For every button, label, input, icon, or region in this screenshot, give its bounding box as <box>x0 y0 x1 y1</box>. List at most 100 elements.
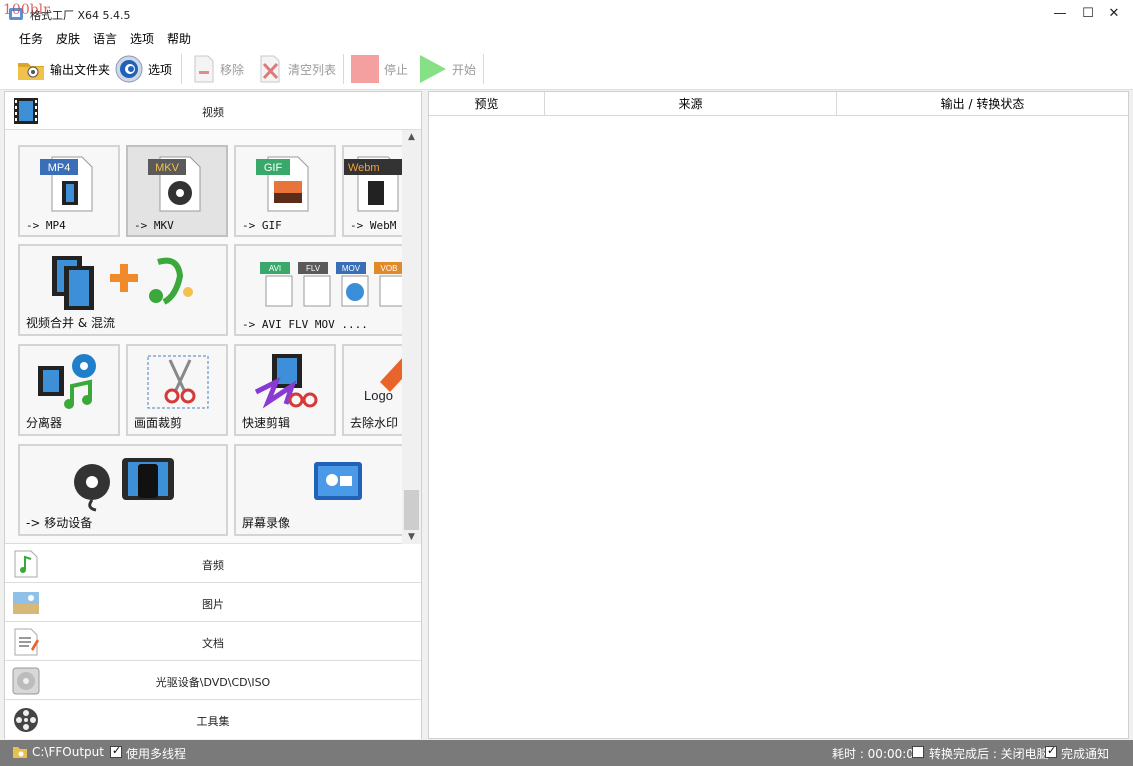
watermark-logo: 100blr <box>3 2 50 18</box>
notify-checkbox[interactable] <box>1045 744 1057 758</box>
category-image[interactable]: 图片 <box>5 584 421 622</box>
tile-crop-label: 画面裁剪 <box>134 416 183 430</box>
tile-merge-mux[interactable]: 视频合并 & 混流 <box>18 244 228 336</box>
scroll-up-arrow-icon[interactable]: ▲ <box>402 130 421 144</box>
toolbar-separator <box>181 54 182 84</box>
tile-to-mkv[interactable]: MKV -> MKV <box>126 145 228 237</box>
mobile-device-icon <box>74 458 174 512</box>
output-folder-button[interactable]: 输出文件夹 <box>16 53 110 85</box>
scissors-icon <box>147 355 209 409</box>
remove-label: 移除 <box>220 62 245 77</box>
tile-to-mkv-label: -> MKV <box>134 219 174 232</box>
tile-to-webm[interactable]: Webm -> WebM <box>342 145 404 237</box>
category-tools[interactable]: 工具集 <box>5 701 421 739</box>
menu-options[interactable]: 选项 <box>130 30 154 47</box>
output-folder-label: 输出文件夹 <box>50 62 111 77</box>
merge-icon <box>52 256 193 310</box>
minimize-button[interactable]: — <box>1050 4 1070 24</box>
svg-text:MP4: MP4 <box>48 162 71 174</box>
output-path[interactable]: C:\FFOutput <box>32 745 104 759</box>
menu-bar: 任务 皮肤 语言 选项 帮助 <box>0 28 1133 48</box>
svg-text:VOB: VOB <box>381 264 398 273</box>
toolbar-separator <box>483 54 484 84</box>
tile-quick-cut-label: 快速剪辑 <box>242 416 291 430</box>
tile-to-mobile-label: -> 移动设备 <box>26 516 93 530</box>
category-rom-device-label: 光驱设备\DVD\CD\ISO <box>155 676 271 689</box>
tile-to-gif[interactable]: GIF -> GIF <box>234 145 336 237</box>
menu-help[interactable]: 帮助 <box>167 30 191 47</box>
toolbar: 输出文件夹 选项 移除 清空列表 停止 开始 <box>0 48 1133 90</box>
start-button[interactable]: 开始 <box>418 53 476 85</box>
mp4-file-icon: MP4 <box>40 156 93 212</box>
video-tools-grid: MP4 -> MP4 MKV -> MKV GIF -> GIF Webm ->… <box>5 130 421 544</box>
screen-record-icon <box>314 462 362 500</box>
multi-format-icon: AVI FLV MOV VOB <box>260 262 402 307</box>
tile-to-mp4[interactable]: MP4 -> MP4 <box>18 145 120 237</box>
svg-text:FLV: FLV <box>306 264 321 273</box>
category-panel: 视频 MP4 -> MP4 MKV -> MKV GIF -> GIF Webm… <box>4 91 422 739</box>
tile-quick-cut[interactable]: 快速剪辑 <box>234 344 336 436</box>
tile-to-gif-label: -> GIF <box>242 219 282 232</box>
menu-task[interactable]: 任务 <box>19 30 43 47</box>
task-list[interactable]: 预览 来源 输出 / 转换状态 <box>428 91 1129 739</box>
svg-text:Webm: Webm <box>348 162 380 174</box>
svg-text:GIF: GIF <box>264 162 283 174</box>
category-document-label: 文档 <box>202 637 224 650</box>
maximize-button[interactable]: ☐ <box>1078 4 1098 24</box>
svg-text:Logo: Logo <box>364 388 393 403</box>
notify-label: 完成通知 <box>1061 747 1110 761</box>
category-video-label: 视频 <box>202 106 224 119</box>
tile-to-avi-flv-mov-label: -> AVI FLV MOV .... <box>242 318 368 331</box>
grid-scrollbar[interactable]: ▲ ▼ <box>402 130 421 544</box>
close-button[interactable]: ✕ <box>1104 4 1124 24</box>
scroll-thumb[interactable] <box>404 490 419 530</box>
tile-to-mobile[interactable]: -> 移动设备 <box>18 444 228 536</box>
svg-text:MOV: MOV <box>342 264 361 273</box>
multithread-label: 使用多线程 <box>126 747 187 761</box>
svg-text:MKV: MKV <box>155 162 180 174</box>
category-audio-label: 音频 <box>202 559 224 572</box>
tile-merge-mux-label: 视频合并 & 混流 <box>26 316 115 330</box>
gif-file-icon: GIF <box>256 156 309 212</box>
tile-crop[interactable]: 画面裁剪 <box>126 344 228 436</box>
tile-splitter[interactable]: 分离器 <box>18 344 120 436</box>
status-bar: C:\FFOutput 使用多线程 耗时 : 00:00:00 转换完成后 : … <box>0 740 1133 766</box>
tile-to-webm-label: -> WebM <box>350 219 397 232</box>
column-source[interactable]: 来源 <box>545 92 837 116</box>
tile-remove-watermark[interactable]: Logo 去除水印 <box>342 344 404 436</box>
options-button[interactable]: 选项 <box>114 53 172 85</box>
category-tools-label: 工具集 <box>196 715 230 728</box>
after-convert-label[interactable]: 转换完成后 : 关闭电脑 <box>929 745 1049 762</box>
tile-screen-record-label: 屏幕录像 <box>242 516 291 530</box>
options-label: 选项 <box>148 62 173 77</box>
tile-screen-record[interactable]: 屏幕录像 <box>234 444 404 536</box>
category-rom-device[interactable]: 光驱设备\DVD\CD\ISO <box>5 662 421 700</box>
svg-text:AVI: AVI <box>269 264 281 273</box>
multithread-checkbox[interactable] <box>110 744 122 758</box>
clear-list-label: 清空列表 <box>288 62 337 77</box>
webm-file-icon: Webm <box>344 156 402 212</box>
clear-list-icon <box>260 55 280 83</box>
play-icon <box>420 55 446 83</box>
tile-to-mp4-label: -> MP4 <box>26 219 66 232</box>
scroll-down-arrow-icon[interactable]: ▼ <box>402 530 421 544</box>
category-audio[interactable]: 音频 <box>5 545 421 583</box>
tile-to-avi-flv-mov[interactable]: AVI FLV MOV VOB -> AVI FLV MOV .... <box>234 244 404 336</box>
stop-button[interactable]: 停止 <box>350 53 408 85</box>
menu-language[interactable]: 语言 <box>93 30 117 47</box>
start-label: 开始 <box>452 62 477 77</box>
folder-icon[interactable] <box>12 745 28 759</box>
column-output-status[interactable]: 输出 / 转换状态 <box>837 92 1128 116</box>
category-video[interactable]: 视频 <box>5 92 421 130</box>
stop-label: 停止 <box>384 62 409 77</box>
shutdown-after-checkbox[interactable] <box>912 746 924 758</box>
title-bar: 格式工厂 X64 5.4.5 100blr — ☐ ✕ <box>0 0 1133 28</box>
gear-icon <box>115 55 143 83</box>
column-preview[interactable]: 预览 <box>429 92 545 116</box>
elapsed-time: 耗时 : 00:00:00 <box>832 747 922 761</box>
clear-list-button[interactable]: 清空列表 <box>258 53 336 85</box>
remove-button[interactable]: 移除 <box>192 53 244 85</box>
category-document[interactable]: 文档 <box>5 623 421 661</box>
stop-icon <box>351 55 379 83</box>
menu-skin[interactable]: 皮肤 <box>56 30 80 47</box>
